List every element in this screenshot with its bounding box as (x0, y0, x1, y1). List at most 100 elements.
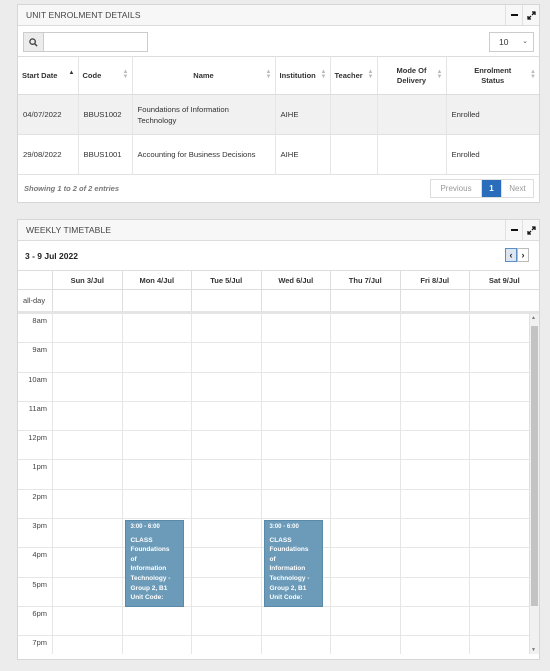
time-slot[interactable] (262, 636, 331, 654)
time-slot[interactable] (401, 343, 470, 372)
time-slot[interactable] (331, 372, 401, 401)
time-slot[interactable] (262, 431, 331, 460)
vertical-scrollbar[interactable]: ▲ ▼ (529, 314, 539, 654)
column-header-start-date[interactable]: Start Date ▲ (18, 56, 79, 95)
time-slot[interactable] (401, 489, 470, 519)
time-slot[interactable] (331, 401, 401, 431)
time-slot[interactable] (262, 372, 331, 401)
time-slot[interactable] (123, 401, 192, 431)
time-slot[interactable] (262, 489, 331, 519)
time-slot[interactable] (192, 519, 262, 548)
next-week-button[interactable]: › (517, 248, 529, 262)
time-slot[interactable] (123, 606, 192, 636)
time-slot[interactable] (192, 314, 262, 343)
all-day-cell[interactable] (401, 290, 470, 311)
column-header-status[interactable]: Enrolment Status ▲ ▼ (446, 56, 539, 95)
time-slot[interactable] (401, 519, 470, 548)
time-slot[interactable] (401, 372, 470, 401)
time-slot[interactable] (53, 372, 123, 401)
time-slot[interactable] (53, 489, 123, 519)
class-event[interactable]: 3:00 - 6:00 CLASS Foundations of Informat… (263, 520, 323, 607)
time-slot[interactable] (53, 314, 123, 343)
time-slot[interactable] (53, 636, 123, 654)
class-event[interactable]: 3:00 - 6:00 CLASS Foundations of Informat… (124, 520, 184, 607)
time-slot[interactable] (123, 314, 192, 343)
time-slot[interactable] (53, 343, 123, 372)
time-slot[interactable] (331, 489, 401, 519)
time-slot[interactable] (401, 460, 470, 489)
time-slot[interactable] (123, 460, 192, 489)
previous-page-button[interactable]: Previous (431, 180, 482, 197)
time-slot[interactable] (401, 636, 470, 654)
column-header-code[interactable]: Code ▲ ▼ (78, 56, 133, 95)
time-slot[interactable] (331, 314, 401, 343)
column-header-teacher[interactable]: Teacher ▲ ▼ (330, 56, 378, 95)
all-day-cell[interactable] (331, 290, 401, 311)
time-slot[interactable] (331, 460, 401, 489)
next-page-button[interactable]: Next (502, 180, 533, 197)
time-slot[interactable] (262, 343, 331, 372)
time-slot[interactable] (401, 431, 470, 460)
minimize-button[interactable] (505, 5, 522, 25)
time-slot[interactable] (192, 460, 262, 489)
time-slot[interactable] (262, 401, 331, 431)
time-slot[interactable] (401, 548, 470, 577)
time-slot[interactable] (192, 343, 262, 372)
time-slot[interactable] (331, 548, 401, 577)
minimize-button[interactable] (505, 220, 522, 240)
time-slot[interactable] (262, 460, 331, 489)
expand-button[interactable] (522, 5, 539, 25)
time-slot[interactable] (401, 577, 470, 606)
expand-button[interactable] (522, 220, 539, 240)
time-slot[interactable] (123, 343, 192, 372)
time-slot[interactable] (53, 548, 123, 577)
time-slot[interactable] (53, 606, 123, 636)
time-slot[interactable] (123, 372, 192, 401)
time-slot[interactable] (192, 548, 262, 577)
time-slot[interactable] (192, 577, 262, 606)
page-1-button[interactable]: 1 (482, 180, 502, 197)
time-slot[interactable] (192, 372, 262, 401)
time-slot[interactable] (331, 431, 401, 460)
time-slot[interactable] (331, 636, 401, 654)
time-slot[interactable] (331, 519, 401, 548)
all-day-cell[interactable] (192, 290, 262, 311)
time-slot[interactable] (262, 314, 331, 343)
time-slot[interactable] (53, 401, 123, 431)
page-length-select[interactable]: 10 ⌄ (489, 32, 534, 52)
all-day-cell[interactable] (123, 290, 192, 311)
hour-row: 8am (18, 314, 539, 344)
time-slot[interactable] (123, 489, 192, 519)
search-input[interactable] (45, 33, 147, 51)
time-slot[interactable] (331, 577, 401, 606)
time-slot[interactable] (123, 636, 192, 654)
sort-icon: ▲ ▼ (436, 69, 443, 80)
time-slot[interactable] (331, 606, 401, 636)
time-slot[interactable] (192, 401, 262, 431)
time-slot[interactable] (53, 460, 123, 489)
all-day-cell[interactable] (470, 290, 539, 311)
time-slot[interactable] (192, 606, 262, 636)
time-slot[interactable] (262, 606, 331, 636)
column-header-institution[interactable]: Institution ▲ ▼ (275, 56, 331, 95)
all-day-cell[interactable] (53, 290, 123, 311)
time-slot[interactable] (123, 431, 192, 460)
time-slot[interactable] (401, 401, 470, 431)
time-slot[interactable] (401, 314, 470, 343)
all-day-cell[interactable] (262, 290, 331, 311)
scrollbar-thumb[interactable] (531, 326, 538, 606)
time-slot[interactable] (53, 577, 123, 606)
time-slot[interactable] (192, 636, 262, 654)
time-slot[interactable] (331, 343, 401, 372)
column-header-mode[interactable]: Mode Of Delivery ▲ ▼ (377, 56, 447, 95)
column-header-name[interactable]: Name ▲ ▼ (132, 56, 276, 95)
search-button[interactable] (24, 33, 44, 51)
table-row[interactable]: 29/08/2022 BBUS1001 Accounting for Busin… (18, 134, 539, 175)
table-row[interactable]: 04/07/2022 BBUS1002 Foundations of Infor… (18, 94, 539, 135)
time-slot[interactable] (401, 606, 470, 636)
previous-week-button[interactable]: ‹ (505, 248, 517, 262)
time-slot[interactable] (192, 431, 262, 460)
time-slot[interactable] (53, 431, 123, 460)
time-slot[interactable] (192, 489, 262, 519)
time-slot[interactable] (53, 519, 123, 548)
